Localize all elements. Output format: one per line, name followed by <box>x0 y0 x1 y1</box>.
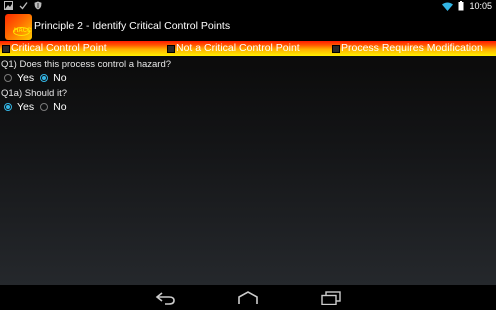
checkbox-box[interactable] <box>2 44 10 53</box>
image-icon <box>4 1 13 10</box>
check-icon <box>19 2 28 10</box>
haccp-app-icon[interactable]: HACCP <box>5 14 32 40</box>
q1-yes-label[interactable]: Yes <box>17 72 34 84</box>
q1a-no-label[interactable]: No <box>53 101 66 113</box>
q1a-no-radio[interactable] <box>40 103 49 111</box>
checkbox-box[interactable] <box>332 44 340 53</box>
question-1-options: Yes No <box>4 72 73 84</box>
category-bar: Critical Control Point Not a Critical Co… <box>0 41 496 56</box>
checkbox-box[interactable] <box>167 44 175 53</box>
back-icon[interactable] <box>155 291 177 305</box>
action-bar: HACCP Principle 2 - Identify Critical Co… <box>0 13 496 41</box>
question-panel: Q1) Does this process control a hazard? … <box>0 56 496 285</box>
q1a-yes-label[interactable]: Yes <box>17 101 34 113</box>
checkbox-label: Critical Control Point <box>11 42 107 54</box>
shield-icon <box>34 1 42 10</box>
question-1: Q1) Does this process control a hazard? <box>1 59 172 70</box>
status-bar: 10:05 <box>0 0 496 13</box>
page-title: Principle 2 - Identify Critical Control … <box>34 20 231 32</box>
checkbox-label: Not a Critical Control Point <box>176 42 300 54</box>
system-icons: 10:05 <box>442 1 492 11</box>
haccp-badge: HACCP <box>13 27 32 36</box>
question-1a: Q1a) Should it? <box>1 88 68 99</box>
navigation-bar <box>0 285 496 310</box>
process-requires-modification-checkbox[interactable]: Process Requires Modification <box>332 43 483 54</box>
q1-no-label[interactable]: No <box>53 72 66 84</box>
q1-no-radio[interactable] <box>40 74 49 82</box>
critical-control-point-checkbox[interactable]: Critical Control Point <box>2 43 107 54</box>
home-icon[interactable] <box>237 291 259 305</box>
recent-apps-icon[interactable] <box>320 291 342 305</box>
battery-icon <box>458 1 464 11</box>
not-critical-control-point-checkbox[interactable]: Not a Critical Control Point <box>167 43 300 54</box>
q1a-yes-radio[interactable] <box>4 103 12 111</box>
notification-icons <box>4 1 42 10</box>
question-1a-options: Yes No <box>4 101 73 113</box>
q1-yes-radio[interactable] <box>4 74 12 82</box>
clock: 10:05 <box>469 1 492 11</box>
wifi-icon <box>442 2 454 11</box>
checkbox-label: Process Requires Modification <box>341 42 483 54</box>
